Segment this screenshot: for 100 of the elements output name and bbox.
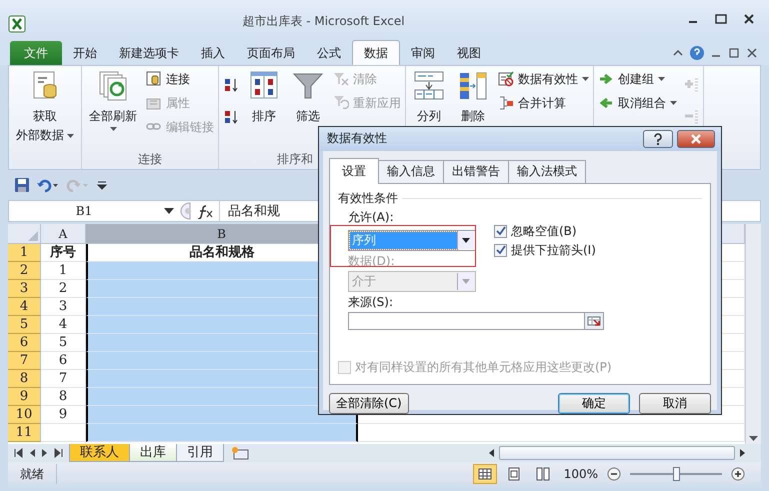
dialog-tab[interactable]: 输入信息 bbox=[378, 160, 444, 183]
ribbon-button[interactable]: 合并计算 bbox=[498, 94, 589, 112]
ribbon-button[interactable]: 获取 外部数据 bbox=[13, 68, 77, 151]
checkmark-icon bbox=[496, 226, 506, 236]
ribbon-tab[interactable]: 公式 bbox=[306, 41, 352, 65]
left-arrow-icon bbox=[598, 95, 614, 111]
column-header[interactable]: A bbox=[41, 224, 86, 244]
status-text: 就绪 bbox=[8, 464, 57, 484]
ribbon-button[interactable]: 删除 bbox=[454, 68, 492, 151]
close-icon[interactable] bbox=[745, 46, 759, 60]
range-select-icon bbox=[587, 316, 601, 326]
dialog-button[interactable]: 确定 bbox=[558, 393, 630, 414]
source-input[interactable] bbox=[348, 312, 604, 330]
sort-ascending-icon[interactable] bbox=[223, 77, 239, 93]
save-icon[interactable] bbox=[14, 177, 30, 193]
restore-icon[interactable] bbox=[727, 46, 741, 60]
scroll-left-icon[interactable] bbox=[487, 448, 495, 458]
checkbox-label: 对有同样设置的所有其他单元格应用这些更改(P) bbox=[355, 359, 612, 376]
checkmark-icon bbox=[496, 245, 506, 256]
ribbon-button[interactable]: 全部刷新 bbox=[86, 68, 140, 151]
row-header[interactable]: 9 bbox=[8, 388, 41, 406]
row-header[interactable]: 6 bbox=[8, 334, 41, 352]
zoom-level[interactable]: 100% bbox=[560, 467, 602, 481]
ribbon-button[interactable]: 分列 bbox=[410, 68, 448, 151]
split-columns-icon bbox=[413, 70, 445, 102]
caret-icon[interactable] bbox=[670, 101, 677, 105]
funnel-arrows-icon bbox=[333, 95, 349, 111]
page-break-icon bbox=[534, 466, 552, 482]
ribbon-button[interactable]: 排序 bbox=[245, 68, 283, 151]
dialog-tab[interactable]: 输入法模式 bbox=[508, 160, 586, 183]
dropdown-arrow-icon[interactable] bbox=[462, 238, 470, 243]
dialog-tab[interactable]: 出错警告 bbox=[443, 160, 509, 183]
scroll-right-icon[interactable] bbox=[739, 448, 747, 458]
right-arrow-icon bbox=[598, 71, 614, 87]
undo-icon[interactable] bbox=[36, 177, 60, 193]
ribbon-button[interactable]: 创建组 bbox=[598, 70, 677, 88]
slider-thumb[interactable] bbox=[673, 467, 680, 481]
ribbon-tab[interactable]: 审阅 bbox=[400, 41, 446, 65]
range-select-button[interactable] bbox=[584, 312, 603, 329]
columns-arrow-icon bbox=[457, 70, 489, 102]
ribbon-tab[interactable]: 页面布局 bbox=[236, 41, 306, 65]
first-sheet-icon[interactable] bbox=[14, 448, 24, 458]
ribbon-tab[interactable]: 插入 bbox=[190, 41, 236, 65]
row-header[interactable]: 3 bbox=[8, 280, 41, 298]
zoom-in-icon[interactable] bbox=[731, 467, 745, 481]
help-icon[interactable] bbox=[689, 45, 705, 61]
consolidate-icon bbox=[498, 95, 514, 111]
sheet-tab[interactable]: 出库 bbox=[129, 444, 177, 462]
ribbon-tab[interactable]: 开始 bbox=[62, 41, 108, 65]
row-header[interactable]: 1 bbox=[8, 244, 41, 262]
row-header[interactable]: 11 bbox=[8, 424, 41, 442]
scroll-down-icon[interactable] bbox=[749, 436, 758, 441]
dropdown-arrow-icon[interactable] bbox=[163, 207, 175, 215]
row-header[interactable]: 7 bbox=[8, 352, 41, 370]
name-box[interactable]: B1 bbox=[9, 204, 159, 218]
caret-icon[interactable] bbox=[658, 77, 665, 81]
ribbon-tab[interactable]: 新建选项卡 bbox=[108, 41, 190, 65]
insert-sheet-icon[interactable] bbox=[229, 446, 251, 460]
ribbon-button[interactable]: 数据有效性 bbox=[498, 70, 589, 88]
sheet-tab[interactable]: 引用 bbox=[176, 444, 224, 462]
window-title: 超市出库表 - Microsoft Excel bbox=[241, 12, 406, 30]
ribbon-tab[interactable]: 视图 bbox=[446, 41, 492, 65]
dialog-button[interactable]: 全部清除(C) bbox=[329, 393, 409, 414]
group-label: 连接 bbox=[137, 151, 163, 168]
caret-icon[interactable] bbox=[110, 127, 116, 131]
table-cell: 序号 bbox=[41, 244, 86, 262]
insert-function-icon[interactable] bbox=[195, 203, 215, 219]
validation-sheet-icon bbox=[498, 71, 514, 87]
section-title: 有效性条件 bbox=[338, 190, 398, 207]
help-button[interactable] bbox=[643, 130, 673, 148]
ribbon-button[interactable]: 筛选 bbox=[289, 68, 327, 151]
dialog-tab[interactable]: 设置 bbox=[329, 158, 379, 184]
sheet-tab[interactable]: 联系人 bbox=[69, 444, 130, 462]
ribbon-button[interactable]: 取消组合 bbox=[598, 94, 677, 112]
row-header[interactable]: 4 bbox=[8, 298, 41, 316]
zoom-out-icon[interactable] bbox=[607, 467, 621, 481]
file-tab[interactable]: 文件 bbox=[10, 41, 62, 65]
normal-view-icon bbox=[476, 466, 494, 482]
checkbox[interactable] bbox=[494, 244, 507, 257]
last-sheet-icon[interactable] bbox=[53, 448, 63, 458]
row-header[interactable]: 8 bbox=[8, 370, 41, 388]
ribbon-button[interactable]: 连接 bbox=[146, 70, 214, 88]
close-button[interactable] bbox=[677, 130, 715, 148]
dialog-button[interactable]: 取消 bbox=[639, 393, 711, 414]
caret-icon[interactable] bbox=[582, 77, 589, 81]
field-label: 允许(A): bbox=[348, 208, 395, 226]
connections-icon bbox=[146, 71, 162, 87]
vertical-scrollbar[interactable] bbox=[745, 224, 761, 444]
view-button[interactable] bbox=[472, 464, 497, 484]
excel-logo-icon bbox=[8, 15, 26, 33]
checkbox[interactable] bbox=[494, 224, 507, 238]
row-header[interactable]: 2 bbox=[8, 262, 41, 280]
row-header[interactable]: 5 bbox=[8, 316, 41, 334]
row-header[interactable]: 10 bbox=[8, 406, 41, 424]
field-label: 来源(S): bbox=[347, 294, 394, 311]
dialog-title: 数据有效性 bbox=[327, 130, 387, 148]
ribbon-tab[interactable]: 数据 bbox=[352, 40, 400, 65]
caret-icon[interactable] bbox=[67, 134, 74, 138]
sort-descending-icon[interactable] bbox=[223, 109, 239, 125]
refresh-pages-icon bbox=[97, 70, 129, 102]
